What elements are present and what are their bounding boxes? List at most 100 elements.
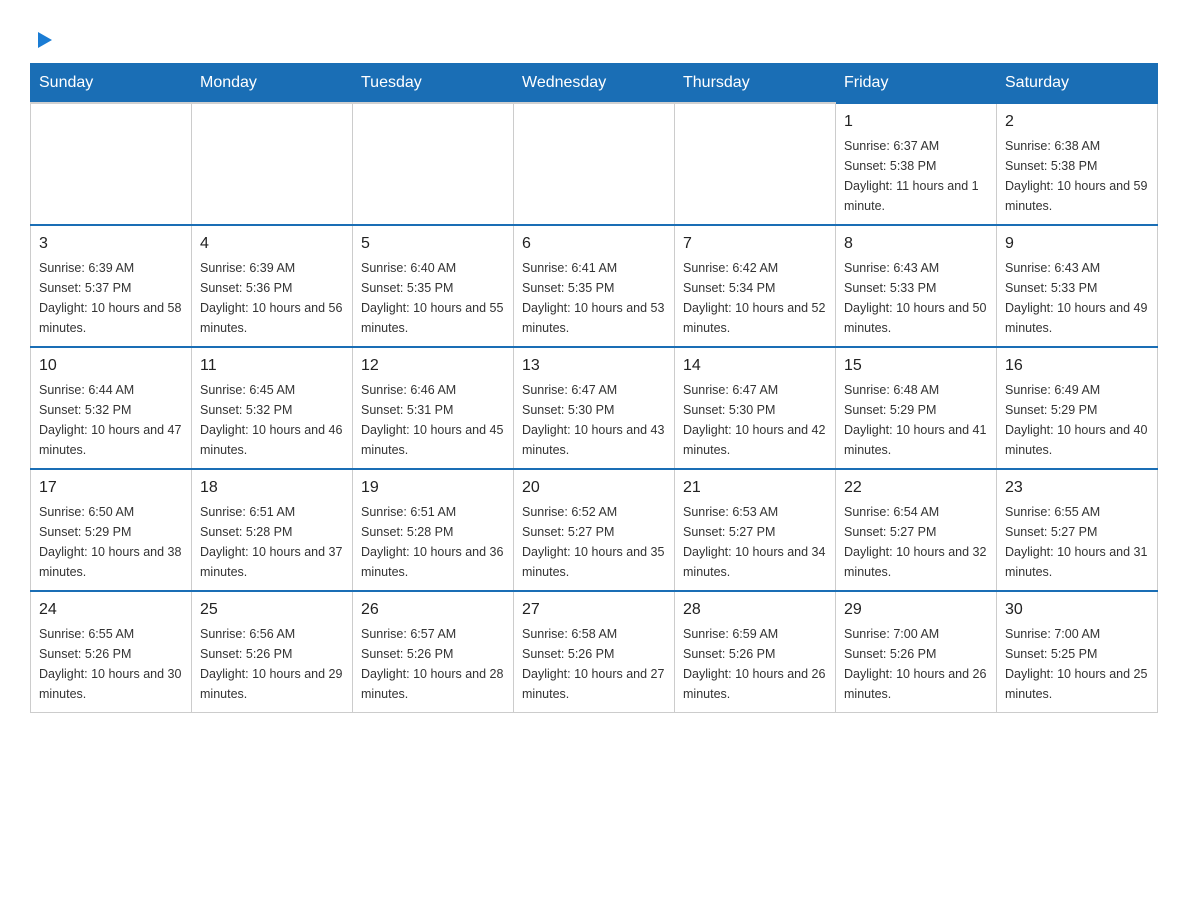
day-number: 29 bbox=[844, 598, 988, 622]
day-of-week-header: Wednesday bbox=[514, 64, 675, 104]
calendar-day-cell: 24Sunrise: 6:55 AM Sunset: 5:26 PM Dayli… bbox=[31, 591, 192, 713]
day-number: 20 bbox=[522, 476, 666, 500]
day-info: Sunrise: 6:56 AM Sunset: 5:26 PM Dayligh… bbox=[200, 624, 344, 704]
day-info: Sunrise: 6:37 AM Sunset: 5:38 PM Dayligh… bbox=[844, 136, 988, 216]
day-number: 1 bbox=[844, 110, 988, 134]
day-number: 19 bbox=[361, 476, 505, 500]
calendar-day-cell: 10Sunrise: 6:44 AM Sunset: 5:32 PM Dayli… bbox=[31, 347, 192, 469]
calendar-day-cell: 2Sunrise: 6:38 AM Sunset: 5:38 PM Daylig… bbox=[997, 103, 1158, 225]
day-info: Sunrise: 6:47 AM Sunset: 5:30 PM Dayligh… bbox=[522, 380, 666, 460]
calendar-day-cell: 1Sunrise: 6:37 AM Sunset: 5:38 PM Daylig… bbox=[836, 103, 997, 225]
day-info: Sunrise: 6:48 AM Sunset: 5:29 PM Dayligh… bbox=[844, 380, 988, 460]
calendar-day-cell bbox=[675, 103, 836, 225]
calendar-day-cell: 21Sunrise: 6:53 AM Sunset: 5:27 PM Dayli… bbox=[675, 469, 836, 591]
day-number: 24 bbox=[39, 598, 183, 622]
day-number: 22 bbox=[844, 476, 988, 500]
day-number: 3 bbox=[39, 232, 183, 256]
day-number: 8 bbox=[844, 232, 988, 256]
day-info: Sunrise: 6:47 AM Sunset: 5:30 PM Dayligh… bbox=[683, 380, 827, 460]
day-number: 11 bbox=[200, 354, 344, 378]
day-info: Sunrise: 6:46 AM Sunset: 5:31 PM Dayligh… bbox=[361, 380, 505, 460]
calendar-day-cell: 30Sunrise: 7:00 AM Sunset: 5:25 PM Dayli… bbox=[997, 591, 1158, 713]
day-info: Sunrise: 6:54 AM Sunset: 5:27 PM Dayligh… bbox=[844, 502, 988, 582]
day-number: 10 bbox=[39, 354, 183, 378]
day-info: Sunrise: 6:50 AM Sunset: 5:29 PM Dayligh… bbox=[39, 502, 183, 582]
day-number: 15 bbox=[844, 354, 988, 378]
day-number: 2 bbox=[1005, 110, 1149, 134]
calendar-day-cell: 25Sunrise: 6:56 AM Sunset: 5:26 PM Dayli… bbox=[192, 591, 353, 713]
calendar-day-cell bbox=[192, 103, 353, 225]
calendar-day-cell bbox=[31, 103, 192, 225]
calendar-day-cell: 26Sunrise: 6:57 AM Sunset: 5:26 PM Dayli… bbox=[353, 591, 514, 713]
calendar-day-cell: 20Sunrise: 6:52 AM Sunset: 5:27 PM Dayli… bbox=[514, 469, 675, 591]
day-info: Sunrise: 6:41 AM Sunset: 5:35 PM Dayligh… bbox=[522, 258, 666, 338]
day-number: 27 bbox=[522, 598, 666, 622]
day-info: Sunrise: 6:49 AM Sunset: 5:29 PM Dayligh… bbox=[1005, 380, 1149, 460]
day-number: 5 bbox=[361, 232, 505, 256]
page-header bbox=[30, 20, 1158, 53]
day-of-week-header: Friday bbox=[836, 64, 997, 104]
calendar-day-cell bbox=[514, 103, 675, 225]
calendar-day-cell: 4Sunrise: 6:39 AM Sunset: 5:36 PM Daylig… bbox=[192, 225, 353, 347]
day-info: Sunrise: 6:52 AM Sunset: 5:27 PM Dayligh… bbox=[522, 502, 666, 582]
day-number: 9 bbox=[1005, 232, 1149, 256]
calendar-day-cell: 19Sunrise: 6:51 AM Sunset: 5:28 PM Dayli… bbox=[353, 469, 514, 591]
calendar-week-row: 10Sunrise: 6:44 AM Sunset: 5:32 PM Dayli… bbox=[31, 347, 1158, 469]
day-info: Sunrise: 6:38 AM Sunset: 5:38 PM Dayligh… bbox=[1005, 136, 1149, 216]
day-info: Sunrise: 6:51 AM Sunset: 5:28 PM Dayligh… bbox=[361, 502, 505, 582]
day-number: 17 bbox=[39, 476, 183, 500]
calendar-day-cell: 16Sunrise: 6:49 AM Sunset: 5:29 PM Dayli… bbox=[997, 347, 1158, 469]
day-number: 4 bbox=[200, 232, 344, 256]
calendar-day-cell: 12Sunrise: 6:46 AM Sunset: 5:31 PM Dayli… bbox=[353, 347, 514, 469]
day-of-week-header: Monday bbox=[192, 64, 353, 104]
day-info: Sunrise: 6:58 AM Sunset: 5:26 PM Dayligh… bbox=[522, 624, 666, 704]
calendar-week-row: 17Sunrise: 6:50 AM Sunset: 5:29 PM Dayli… bbox=[31, 469, 1158, 591]
day-number: 14 bbox=[683, 354, 827, 378]
calendar-day-cell: 14Sunrise: 6:47 AM Sunset: 5:30 PM Dayli… bbox=[675, 347, 836, 469]
day-of-week-header: Sunday bbox=[31, 64, 192, 104]
day-number: 6 bbox=[522, 232, 666, 256]
day-number: 21 bbox=[683, 476, 827, 500]
day-info: Sunrise: 6:39 AM Sunset: 5:37 PM Dayligh… bbox=[39, 258, 183, 338]
calendar-day-cell: 6Sunrise: 6:41 AM Sunset: 5:35 PM Daylig… bbox=[514, 225, 675, 347]
day-info: Sunrise: 6:43 AM Sunset: 5:33 PM Dayligh… bbox=[1005, 258, 1149, 338]
day-info: Sunrise: 6:39 AM Sunset: 5:36 PM Dayligh… bbox=[200, 258, 344, 338]
day-of-week-header: Saturday bbox=[997, 64, 1158, 104]
day-info: Sunrise: 7:00 AM Sunset: 5:26 PM Dayligh… bbox=[844, 624, 988, 704]
calendar-day-cell: 15Sunrise: 6:48 AM Sunset: 5:29 PM Dayli… bbox=[836, 347, 997, 469]
day-info: Sunrise: 6:42 AM Sunset: 5:34 PM Dayligh… bbox=[683, 258, 827, 338]
calendar-day-cell: 28Sunrise: 6:59 AM Sunset: 5:26 PM Dayli… bbox=[675, 591, 836, 713]
day-number: 18 bbox=[200, 476, 344, 500]
day-number: 13 bbox=[522, 354, 666, 378]
calendar-day-cell: 7Sunrise: 6:42 AM Sunset: 5:34 PM Daylig… bbox=[675, 225, 836, 347]
logo bbox=[30, 30, 54, 53]
calendar-day-cell: 8Sunrise: 6:43 AM Sunset: 5:33 PM Daylig… bbox=[836, 225, 997, 347]
day-info: Sunrise: 6:43 AM Sunset: 5:33 PM Dayligh… bbox=[844, 258, 988, 338]
calendar-table: SundayMondayTuesdayWednesdayThursdayFrid… bbox=[30, 63, 1158, 713]
calendar-day-cell: 22Sunrise: 6:54 AM Sunset: 5:27 PM Dayli… bbox=[836, 469, 997, 591]
calendar-day-cell: 23Sunrise: 6:55 AM Sunset: 5:27 PM Dayli… bbox=[997, 469, 1158, 591]
calendar-day-cell: 13Sunrise: 6:47 AM Sunset: 5:30 PM Dayli… bbox=[514, 347, 675, 469]
calendar-day-cell: 18Sunrise: 6:51 AM Sunset: 5:28 PM Dayli… bbox=[192, 469, 353, 591]
calendar-day-cell bbox=[353, 103, 514, 225]
day-of-week-header: Thursday bbox=[675, 64, 836, 104]
calendar-week-row: 24Sunrise: 6:55 AM Sunset: 5:26 PM Dayli… bbox=[31, 591, 1158, 713]
day-info: Sunrise: 6:51 AM Sunset: 5:28 PM Dayligh… bbox=[200, 502, 344, 582]
calendar-day-cell: 29Sunrise: 7:00 AM Sunset: 5:26 PM Dayli… bbox=[836, 591, 997, 713]
calendar-day-cell: 9Sunrise: 6:43 AM Sunset: 5:33 PM Daylig… bbox=[997, 225, 1158, 347]
calendar-day-cell: 27Sunrise: 6:58 AM Sunset: 5:26 PM Dayli… bbox=[514, 591, 675, 713]
calendar-day-cell: 17Sunrise: 6:50 AM Sunset: 5:29 PM Dayli… bbox=[31, 469, 192, 591]
calendar-day-cell: 11Sunrise: 6:45 AM Sunset: 5:32 PM Dayli… bbox=[192, 347, 353, 469]
day-info: Sunrise: 7:00 AM Sunset: 5:25 PM Dayligh… bbox=[1005, 624, 1149, 704]
day-of-week-header: Tuesday bbox=[353, 64, 514, 104]
calendar-week-row: 3Sunrise: 6:39 AM Sunset: 5:37 PM Daylig… bbox=[31, 225, 1158, 347]
day-info: Sunrise: 6:40 AM Sunset: 5:35 PM Dayligh… bbox=[361, 258, 505, 338]
day-info: Sunrise: 6:45 AM Sunset: 5:32 PM Dayligh… bbox=[200, 380, 344, 460]
day-number: 7 bbox=[683, 232, 827, 256]
day-number: 16 bbox=[1005, 354, 1149, 378]
day-number: 30 bbox=[1005, 598, 1149, 622]
day-number: 28 bbox=[683, 598, 827, 622]
calendar-week-row: 1Sunrise: 6:37 AM Sunset: 5:38 PM Daylig… bbox=[31, 103, 1158, 225]
calendar-day-cell: 3Sunrise: 6:39 AM Sunset: 5:37 PM Daylig… bbox=[31, 225, 192, 347]
calendar-day-cell: 5Sunrise: 6:40 AM Sunset: 5:35 PM Daylig… bbox=[353, 225, 514, 347]
